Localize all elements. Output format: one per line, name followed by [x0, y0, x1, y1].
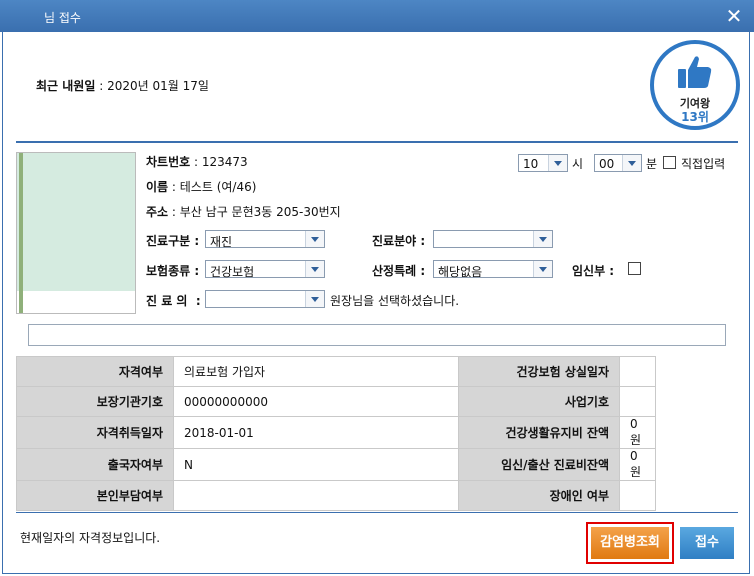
- pregnant-checkbox[interactable]: [628, 262, 641, 275]
- eligibility-table: 자격여부 의료보험 가입자 건강보험 상실일자 보장기관기호 00000000000 사업…: [16, 356, 656, 511]
- table-row: 자격여부 의료보험 가입자 건강보험 상실일자: [16, 356, 656, 387]
- table-cell-k2: 건강생활유지비 잔액: [458, 416, 620, 449]
- manual-input-label: 직접입력: [681, 157, 726, 171]
- table-cell-v1: 00000000000: [173, 386, 459, 417]
- table-cell-k1: 본인부담여부: [16, 480, 174, 511]
- chevron-down-icon: [533, 231, 552, 247]
- table-row: 보장기관기호 00000000000 사업기호: [16, 386, 656, 417]
- window-title: 님 접수: [44, 11, 81, 25]
- chevron-down-icon: [305, 261, 324, 277]
- table-cell-v2: 0원: [619, 416, 656, 449]
- visit-type-select[interactable]: 재진: [205, 230, 325, 249]
- table-cell-k2: 장애인 여부: [458, 480, 620, 511]
- contribution-badge: 기여왕 13위: [650, 40, 740, 130]
- table-row: 본인부담여부 장애인 여부: [16, 480, 656, 511]
- table-cell-v2: [619, 386, 656, 417]
- recent-visit: 최근 내원일 : 2020년 01월 17일: [36, 77, 209, 94]
- insurance-label: 보험종류 :: [146, 264, 200, 278]
- doctor-hint: 원장님을 선택하셨습니다.: [330, 294, 460, 308]
- table-cell-k2: 건강보험 상실일자: [458, 356, 620, 387]
- table-cell-v2: 0원: [619, 448, 656, 481]
- table-cell-k2: 사업기호: [458, 386, 620, 417]
- table-cell-v1: 2018-01-01: [173, 416, 459, 449]
- pregnant-label: 임신부 :: [572, 264, 615, 278]
- visit-type-label: 진료구분 :: [146, 234, 200, 248]
- patient-name: 이름 : 테스트 (여/46): [146, 180, 257, 194]
- special-select[interactable]: 해당없음: [433, 260, 553, 279]
- divider: [16, 141, 738, 143]
- chevron-down-icon: [548, 155, 567, 171]
- receive-button[interactable]: 접수: [680, 527, 734, 559]
- field-label: 진료분야 :: [372, 234, 426, 248]
- minute-select[interactable]: 00: [594, 154, 642, 172]
- thumbs-up-icon: [678, 56, 712, 88]
- table-cell-v2: [619, 480, 656, 511]
- table-cell-k1: 자격취득일자: [16, 416, 174, 449]
- chevron-down-icon: [305, 231, 324, 247]
- chart-number: 차트번호 : 123473: [146, 155, 248, 169]
- chevron-down-icon: [533, 261, 552, 277]
- title-bar: 님 접수 ✕: [0, 0, 754, 32]
- table-row: 자격취득일자 2018-01-01 건강생활유지비 잔액 0원: [16, 416, 656, 449]
- table-cell-k2: 임신/출산 진료비잔액: [458, 448, 620, 481]
- table-cell-v1: N: [173, 448, 459, 481]
- special-label: 산정특례 :: [372, 264, 426, 278]
- field-select[interactable]: [433, 230, 553, 248]
- table-cell-v1: [173, 480, 459, 511]
- close-icon[interactable]: ✕: [722, 4, 746, 28]
- hour-select[interactable]: 10: [518, 154, 568, 172]
- recent-visit-value: : 2020년 01월 17일: [95, 79, 209, 93]
- insurance-select[interactable]: 건강보험: [205, 260, 325, 279]
- doctor-select[interactable]: [205, 290, 325, 308]
- table-cell-k1: 출국자여부: [16, 448, 174, 481]
- infection-lookup-button[interactable]: 감염병조회: [586, 522, 674, 564]
- memo-input[interactable]: [28, 324, 726, 346]
- chevron-down-icon: [305, 291, 324, 307]
- table-cell-k1: 자격여부: [16, 356, 174, 387]
- footer-note: 현재일자의 자격정보입니다.: [20, 531, 161, 545]
- table-cell-k1: 보장기관기호: [16, 386, 174, 417]
- doctor-label: 진 료 의 :: [146, 294, 201, 308]
- hour-unit: 시: [572, 157, 584, 171]
- badge-rank: 13위: [681, 110, 709, 124]
- bottom-divider: [16, 512, 738, 513]
- chevron-down-icon: [622, 155, 641, 171]
- table-row: 출국자여부 N 임신/출산 진료비잔액 0원: [16, 448, 656, 481]
- manual-input-checkbox[interactable]: [663, 156, 676, 169]
- recent-visit-label: 최근 내원일: [36, 79, 96, 93]
- patient-photo: [16, 152, 136, 314]
- table-cell-v2: [619, 356, 656, 387]
- infection-lookup-label: 감염병조회: [591, 527, 669, 559]
- patient-address: 주소 : 부산 남구 문현3동 205-30번지: [146, 205, 341, 219]
- minute-unit: 분: [646, 157, 658, 171]
- table-cell-v1: 의료보험 가입자: [173, 356, 459, 387]
